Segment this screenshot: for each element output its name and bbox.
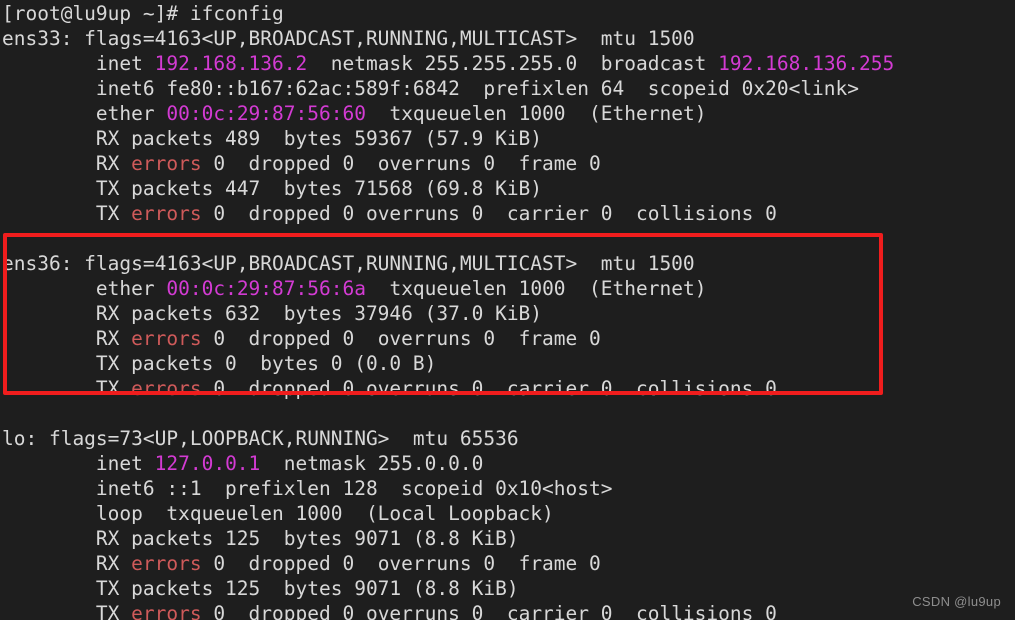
terminal-text: errors bbox=[131, 202, 202, 225]
terminal-line: RX errors 0 dropped 0 overruns 0 frame 0 bbox=[2, 151, 1015, 176]
terminal-line: inet 192.168.136.2 netmask 255.255.255.0… bbox=[2, 51, 1015, 76]
terminal-text: lo: flags=73<UP,LOOPBACK,RUNNING> mtu 65… bbox=[2, 427, 519, 450]
terminal-line bbox=[2, 401, 1015, 426]
terminal-line: ens33: flags=4163<UP,BROADCAST,RUNNING,M… bbox=[2, 26, 1015, 51]
terminal-line: [root@lu9up ~]# ifconfig bbox=[2, 1, 1015, 26]
watermark: CSDN @lu9up bbox=[912, 594, 1001, 609]
terminal-line: ether 00:0c:29:87:56:6a txqueuelen 1000 … bbox=[2, 276, 1015, 301]
terminal-output: [root@lu9up ~]# ifconfig ens33: flags=416… bbox=[2, 1, 1015, 620]
terminal-line: inet6 ::1 prefixlen 128 scopeid 0x10<hos… bbox=[2, 476, 1015, 501]
terminal-text: txqueuelen 1000 (Ethernet) bbox=[365, 277, 707, 300]
terminal-text: inet bbox=[2, 52, 155, 75]
terminal-text: TX bbox=[2, 602, 132, 620]
terminal-text: loop txqueuelen 1000 (Local Loopback) bbox=[2, 502, 554, 525]
terminal-text: TX packets 447 bytes 71568 (69.8 KiB) bbox=[2, 177, 543, 200]
terminal-text: 00:0c:29:87:56:60 bbox=[166, 102, 366, 125]
terminal-text: TX bbox=[2, 377, 132, 400]
terminal-text: 0 dropped 0 overruns 0 carrier 0 collisi… bbox=[201, 602, 777, 620]
terminal-text: errors bbox=[131, 602, 202, 620]
terminal-text: inet6 fe80::b167:62ac:589f:6842 prefixle… bbox=[2, 77, 860, 100]
terminal-text: RX bbox=[2, 327, 132, 350]
terminal-line: inet 127.0.0.1 netmask 255.0.0.0 bbox=[2, 451, 1015, 476]
terminal-text: ens33: flags=4163<UP,BROADCAST,RUNNING,M… bbox=[2, 27, 695, 50]
terminal-text: ether bbox=[2, 277, 167, 300]
terminal-line: TX packets 0 bytes 0 (0.0 B) bbox=[2, 351, 1015, 376]
terminal-text: netmask 255.255.255.0 broadcast bbox=[307, 52, 719, 75]
terminal-line: TX errors 0 dropped 0 overruns 0 carrier… bbox=[2, 376, 1015, 401]
terminal-line: inet6 fe80::b167:62ac:589f:6842 prefixle… bbox=[2, 76, 1015, 101]
terminal-line: RX errors 0 dropped 0 overruns 0 frame 0 bbox=[2, 551, 1015, 576]
terminal-line: TX packets 125 bytes 9071 (8.8 KiB) bbox=[2, 576, 1015, 601]
terminal-line: ether 00:0c:29:87:56:60 txqueuelen 1000 … bbox=[2, 101, 1015, 126]
terminal-text: RX packets 632 bytes 37946 (37.0 KiB) bbox=[2, 302, 543, 325]
terminal-text: inet bbox=[2, 452, 155, 475]
terminal-text: TX bbox=[2, 202, 132, 225]
terminal-text: 127.0.0.1 bbox=[154, 452, 261, 475]
terminal-text: RX packets 125 bytes 9071 (8.8 KiB) bbox=[2, 527, 519, 550]
terminal-text: errors bbox=[131, 152, 202, 175]
terminal-text: netmask 255.0.0.0 bbox=[260, 452, 484, 475]
terminal-text: errors bbox=[131, 552, 202, 575]
terminal-line: loop txqueuelen 1000 (Local Loopback) bbox=[2, 501, 1015, 526]
terminal-text: 0 dropped 0 overruns 0 frame 0 bbox=[201, 552, 601, 575]
terminal-text: 192.168.136.2 bbox=[154, 52, 308, 75]
terminal-line: TX errors 0 dropped 0 overruns 0 carrier… bbox=[2, 201, 1015, 226]
terminal-text: txqueuelen 1000 (Ethernet) bbox=[365, 102, 707, 125]
terminal-text: ether bbox=[2, 102, 167, 125]
terminal-line: TX errors 0 dropped 0 overruns 0 carrier… bbox=[2, 601, 1015, 620]
terminal-text: errors bbox=[131, 377, 202, 400]
terminal-text: 0 dropped 0 overruns 0 carrier 0 collisi… bbox=[201, 377, 777, 400]
terminal-text: RX packets 489 bytes 59367 (57.9 KiB) bbox=[2, 127, 543, 150]
terminal-line: RX packets 125 bytes 9071 (8.8 KiB) bbox=[2, 526, 1015, 551]
terminal-line bbox=[2, 226, 1015, 251]
terminal-line: ens36: flags=4163<UP,BROADCAST,RUNNING,M… bbox=[2, 251, 1015, 276]
terminal-text: TX packets 125 bytes 9071 (8.8 KiB) bbox=[2, 577, 519, 600]
terminal-line: RX packets 632 bytes 37946 (37.0 KiB) bbox=[2, 301, 1015, 326]
terminal-text: ens36: flags=4163<UP,BROADCAST,RUNNING,M… bbox=[2, 252, 695, 275]
terminal-text: 0 dropped 0 overruns 0 frame 0 bbox=[201, 152, 601, 175]
terminal-text: 00:0c:29:87:56:6a bbox=[166, 277, 366, 300]
terminal-text: 0 dropped 0 overruns 0 carrier 0 collisi… bbox=[201, 202, 777, 225]
terminal-text: inet6 ::1 prefixlen 128 scopeid 0x10<hos… bbox=[2, 477, 613, 500]
terminal-text: 0 dropped 0 overruns 0 frame 0 bbox=[201, 327, 601, 350]
terminal-text: RX bbox=[2, 552, 132, 575]
terminal-text: RX bbox=[2, 152, 132, 175]
terminal-line: RX packets 489 bytes 59367 (57.9 KiB) bbox=[2, 126, 1015, 151]
terminal-text: [root@lu9up ~]# ifconfig bbox=[2, 2, 284, 25]
terminal-text: errors bbox=[131, 327, 202, 350]
terminal-window[interactable]: [root@lu9up ~]# ifconfig ens33: flags=416… bbox=[0, 0, 1015, 620]
terminal-line: lo: flags=73<UP,LOOPBACK,RUNNING> mtu 65… bbox=[2, 426, 1015, 451]
terminal-text: TX packets 0 bytes 0 (0.0 B) bbox=[2, 352, 437, 375]
terminal-line: TX packets 447 bytes 71568 (69.8 KiB) bbox=[2, 176, 1015, 201]
terminal-text: 192.168.136.255 bbox=[718, 52, 895, 75]
terminal-line: RX errors 0 dropped 0 overruns 0 frame 0 bbox=[2, 326, 1015, 351]
